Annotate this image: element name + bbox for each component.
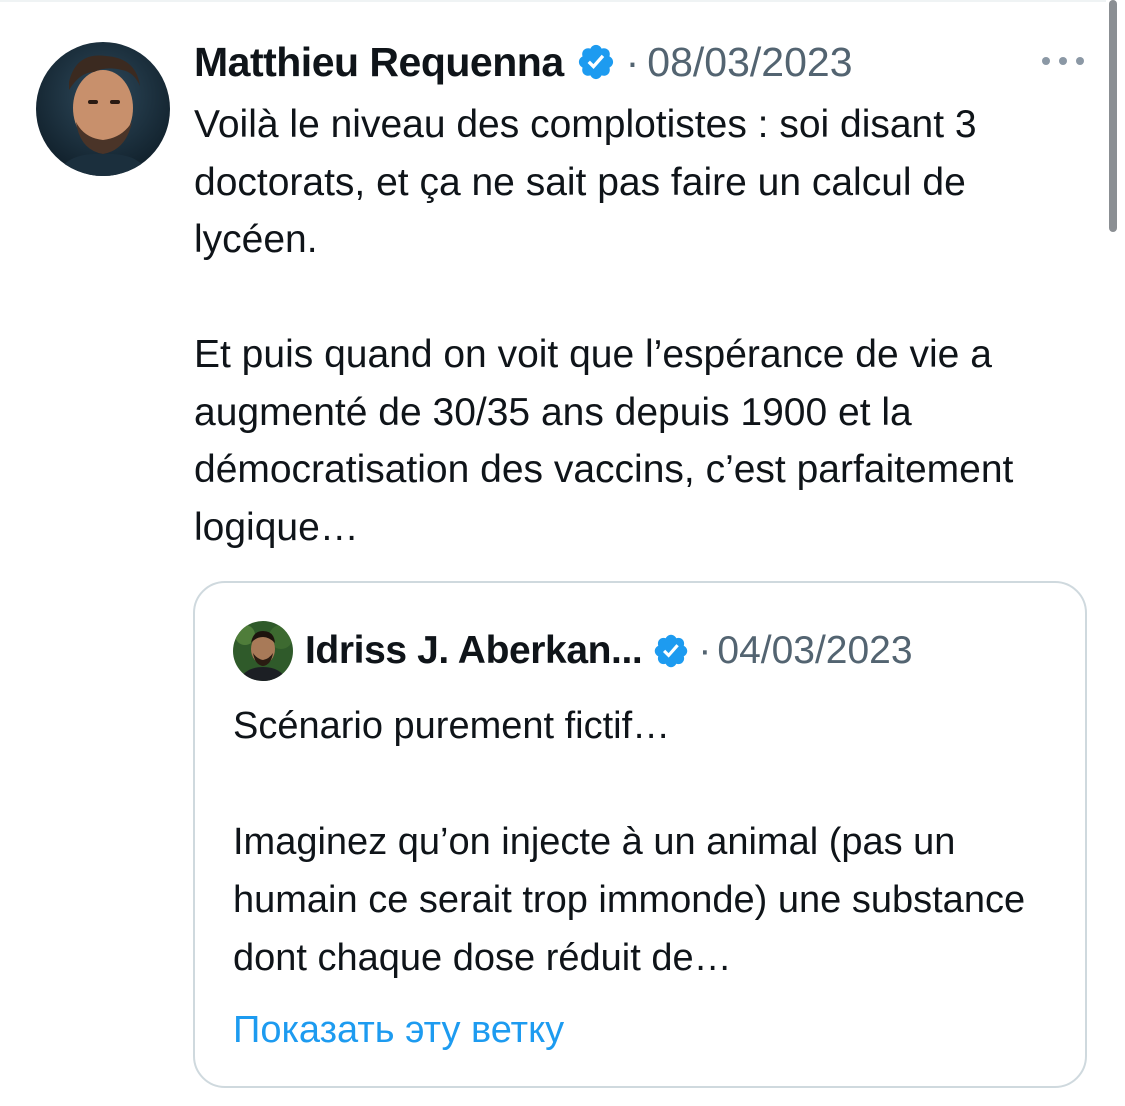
scrollbar-thumb[interactable]	[1109, 0, 1117, 232]
tweet-date[interactable]: 08/03/2023	[647, 39, 852, 86]
author-name[interactable]: Matthieu Requenna	[194, 39, 564, 86]
author-avatar[interactable]	[36, 42, 170, 176]
more-options-icon[interactable]	[1038, 48, 1088, 74]
show-thread-link[interactable]: Показать эту ветку	[233, 1001, 564, 1059]
tweet-text: Voilà le niveau des complotistes : soi d…	[194, 103, 1014, 549]
verified-badge-icon	[578, 44, 613, 80]
quoted-tweet-header: Idriss J. Aberkan... · 04/03/2023	[305, 625, 913, 677]
quoted-tweet-card[interactable]: Idriss J. Aberkan... · 04/03/2023 Scénar…	[193, 581, 1087, 1088]
quoted-author-avatar[interactable]	[233, 621, 293, 681]
header-separator: ·	[625, 38, 640, 85]
quoted-tweet-date[interactable]: 04/03/2023	[717, 629, 912, 673]
quoted-tweet-text: Scénario purement fictif… Imaginez qu’on…	[233, 705, 1026, 979]
top-divider	[0, 0, 1106, 2]
verified-badge-icon	[655, 634, 688, 668]
quoted-header-separator: ·	[698, 629, 712, 672]
quoted-author-name[interactable]: Idriss J. Aberkan...	[305, 629, 643, 673]
tweet-header: Matthieu Requenna · 08/03/2023	[194, 34, 853, 90]
